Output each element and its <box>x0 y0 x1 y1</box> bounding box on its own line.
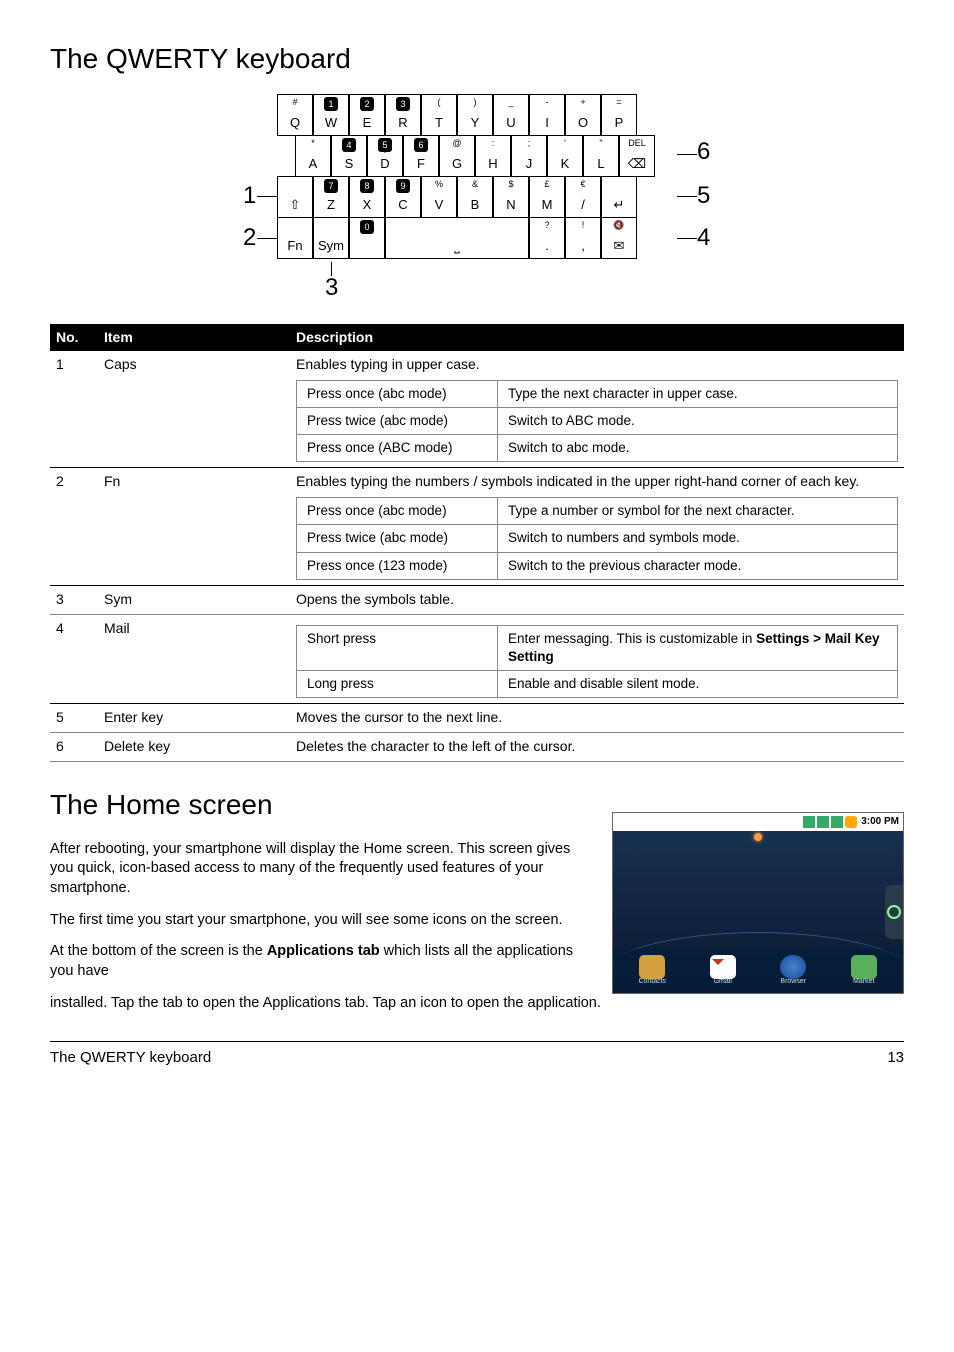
key: 6F <box>403 135 439 177</box>
key: (T <box>421 94 457 136</box>
key: €/ <box>565 176 601 218</box>
dock: Contacts Gmail Browser Market <box>613 949 903 993</box>
dock-gmail[interactable]: Gmail <box>707 955 739 987</box>
key: 5°D <box>367 135 403 177</box>
wifi-icon <box>817 816 829 828</box>
key: $N <box>493 176 529 218</box>
key: 2E <box>349 94 385 136</box>
key: @G <box>439 135 475 177</box>
key: ⎵ <box>385 217 529 259</box>
key: Sym <box>313 217 349 259</box>
table-row: 1CapsEnables typing in upper case.Press … <box>50 351 904 467</box>
key: 4S <box>331 135 367 177</box>
status-time: 3:00 PM <box>861 815 899 829</box>
key: 1W <box>313 94 349 136</box>
key: :H <box>475 135 511 177</box>
key: =P <box>601 94 637 136</box>
signal-icon <box>831 816 843 828</box>
key: -I <box>529 94 565 136</box>
key: 8X <box>349 176 385 218</box>
annot-2: 2 <box>243 222 256 254</box>
table-row: 4MailShort pressEnter messaging. This is… <box>50 614 904 702</box>
home-screenshot: 3:00 PM Contacts Gmail Browser Market <box>612 812 904 994</box>
footer-page-number: 13 <box>887 1048 904 1068</box>
annot-4: 4 <box>697 222 710 254</box>
key: &B <box>457 176 493 218</box>
dock-contacts[interactable]: Contacts <box>636 955 668 987</box>
home-p1: After rebooting, your smartphone will di… <box>50 840 592 899</box>
key: !, <box>565 217 601 259</box>
key: 7Z <box>313 176 349 218</box>
annot-3: 3 <box>325 272 338 304</box>
annot-5: 5 <box>697 180 710 212</box>
key: 'K <box>547 135 583 177</box>
key: 9C <box>385 176 421 218</box>
key: ?. <box>529 217 565 259</box>
key: ↵ <box>601 176 637 218</box>
key: ⇧ <box>277 176 313 218</box>
key: ;J <box>511 135 547 177</box>
th-item: Item <box>98 324 290 351</box>
key: DEL⌫ <box>619 135 655 177</box>
keyboard-diagram: #Q1W2E3R(T)Y_U-I+O=P *A4S5°D6F@G:H;J'K"LD… <box>197 94 757 304</box>
key: )Y <box>457 94 493 136</box>
applications-tab[interactable] <box>885 885 903 939</box>
key: "L <box>583 135 619 177</box>
key: _U <box>493 94 529 136</box>
home-p3-start: At the bottom of the screen is the Appli… <box>50 942 592 981</box>
key: £M <box>529 176 565 218</box>
key: 3R <box>385 94 421 136</box>
table-row: 2FnEnables typing the numbers / symbols … <box>50 468 904 584</box>
dock-browser[interactable]: Browser <box>777 955 809 987</box>
home-p2: The first time you start your smartphone… <box>50 911 592 931</box>
key: *A <box>295 135 331 177</box>
table-row: 3SymOpens the symbols table. <box>50 585 904 612</box>
table-row: 5Enter keyMoves the cursor to the next l… <box>50 704 904 731</box>
th-desc: Description <box>290 324 904 351</box>
key: %V <box>421 176 457 218</box>
key: 🔇✉ <box>601 217 637 259</box>
battery-icon <box>845 816 857 828</box>
page-footer: The QWERTY keyboard 13 <box>50 1041 904 1068</box>
annot-1: 1 <box>243 180 256 212</box>
sun-icon <box>754 833 762 841</box>
annot-6: 6 <box>697 136 710 168</box>
bluetooth-icon <box>803 816 815 828</box>
dock-market[interactable]: Market <box>848 955 880 987</box>
heading-qwerty: The QWERTY keyboard <box>50 40 904 78</box>
key: Fn <box>277 217 313 259</box>
description-table: No. Item Description 1CapsEnables typing… <box>50 324 904 762</box>
status-bar: 3:00 PM <box>613 813 903 831</box>
key: 0 <box>349 217 385 259</box>
footer-title: The QWERTY keyboard <box>50 1048 211 1068</box>
home-p3-end: installed. Tap the tab to open the Appli… <box>50 994 904 1014</box>
key: +O <box>565 94 601 136</box>
key: #Q <box>277 94 313 136</box>
table-row: 6Delete keyDeletes the character to the … <box>50 733 904 760</box>
th-no: No. <box>50 324 98 351</box>
